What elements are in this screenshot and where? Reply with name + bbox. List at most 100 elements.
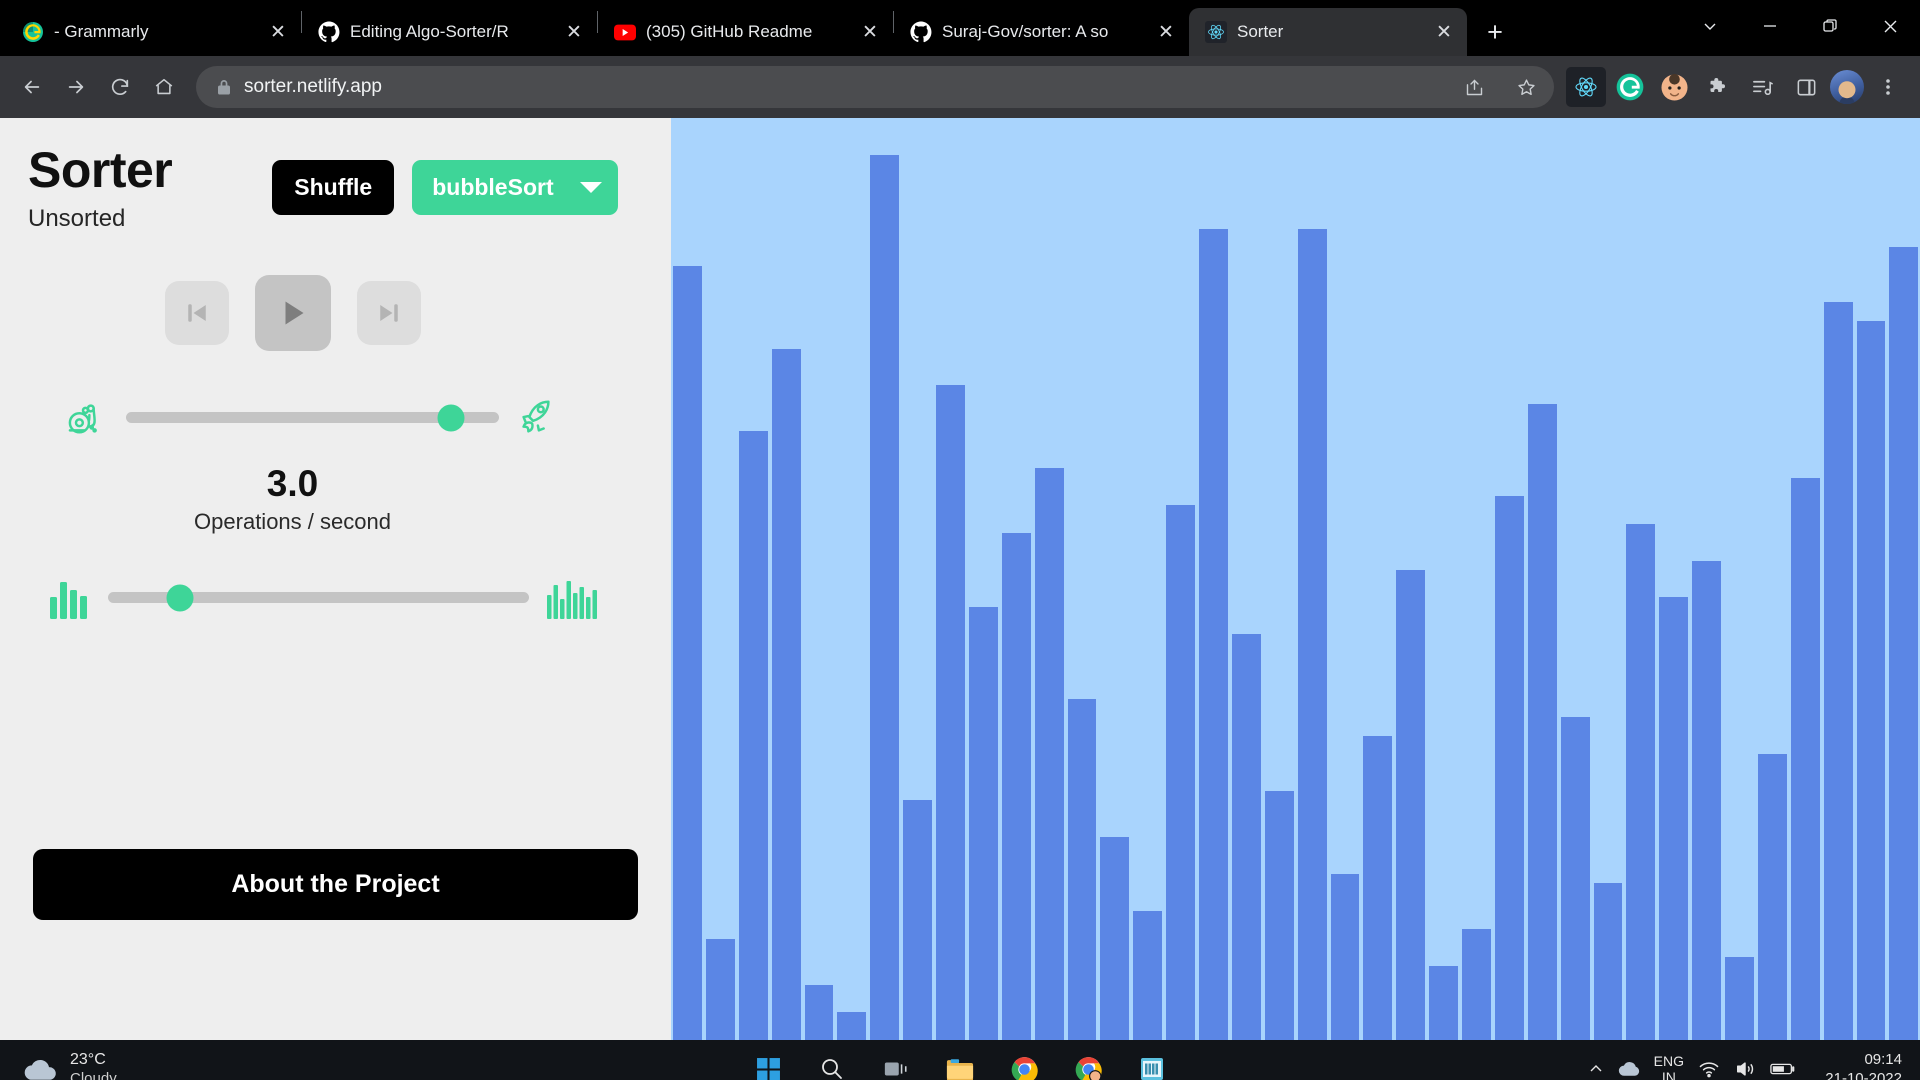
url-text[interactable]: sorter.netlify.app — [244, 76, 1442, 98]
start-button[interactable] — [744, 1045, 792, 1080]
lock-icon — [216, 78, 232, 96]
clock-time: 09:14 — [1864, 1050, 1902, 1068]
chevron-up-icon[interactable] — [1588, 1061, 1604, 1077]
weather-widget[interactable]: 23°C Cloudy — [0, 1050, 330, 1080]
media-control-icon[interactable] — [1742, 67, 1782, 107]
notes-app-button[interactable] — [1128, 1045, 1176, 1080]
language-code: ENG — [1653, 1052, 1684, 1069]
chart-bar — [1692, 560, 1721, 1040]
search-icon — [822, 1059, 842, 1079]
skip-previous-button[interactable] — [164, 280, 229, 345]
react-devtools-icon[interactable] — [1566, 67, 1606, 107]
weather-temperature: 23°C — [70, 1050, 106, 1068]
battery-icon[interactable] — [1770, 1061, 1796, 1077]
tab-title: (305) GitHub Readme — [646, 22, 813, 41]
youtube-icon — [614, 21, 636, 43]
search-button[interactable] — [808, 1045, 856, 1080]
chart-bar — [1790, 477, 1820, 1040]
chart-bar — [1231, 634, 1261, 1040]
profile-avatar[interactable] — [1830, 70, 1864, 104]
chart-bar — [1494, 496, 1524, 1040]
grammarly-icon — [22, 21, 44, 43]
play-icon — [285, 300, 303, 325]
chart-bar — [1330, 874, 1360, 1040]
chart-bar — [837, 1012, 867, 1040]
small-bars-icon — [46, 577, 92, 619]
browser-tab-suraj-gov-sorter[interactable]: Suraj-Gov/sorter: A so ✕ — [894, 8, 1189, 56]
close-icon[interactable]: ✕ — [1153, 19, 1179, 45]
chart-bar — [1396, 569, 1426, 1040]
array-visualization-chart[interactable] — [671, 118, 1920, 1040]
browser-tab-grammarly[interactable]: - Grammarly ✕ — [6, 8, 301, 56]
chart-bar — [1264, 791, 1294, 1040]
back-arrow-icon[interactable] — [12, 67, 52, 107]
close-icon[interactable] — [1860, 0, 1920, 52]
new-tab-button[interactable]: + — [1475, 12, 1515, 52]
chart-bar — [1100, 837, 1130, 1040]
task-view-icon — [884, 1062, 907, 1076]
chrome-browser-window: - Grammarly ✕ Editing Algo-Sorter/R ✕ (3… — [0, 0, 1920, 1080]
maximize-icon[interactable] — [1800, 0, 1860, 52]
home-icon[interactable] — [144, 67, 184, 107]
taskbar-apps — [744, 1045, 1176, 1080]
clock[interactable]: 09:14 21-10-2022 — [1810, 1050, 1902, 1080]
size-slider-thumb[interactable] — [166, 584, 194, 611]
file-explorer-button[interactable] — [936, 1045, 984, 1080]
browser-tab-editing-algo-sorter[interactable]: Editing Algo-Sorter/R ✕ — [302, 8, 597, 56]
close-icon[interactable]: ✕ — [265, 19, 291, 45]
grammarly-extension-icon[interactable] — [1610, 67, 1650, 107]
forward-arrow-icon[interactable] — [56, 67, 96, 107]
language-indicator[interactable]: ENG IN — [1654, 1053, 1684, 1080]
browser-tab-youtube-github-readme[interactable]: (305) GitHub Readme ✕ — [598, 8, 893, 56]
speed-slider-thumb[interactable] — [437, 404, 464, 431]
tab-title: Suraj-Gov/sorter: A so — [942, 22, 1109, 41]
side-panel-icon[interactable] — [1786, 67, 1826, 107]
chrome-active-window-button[interactable] — [1064, 1045, 1112, 1080]
chart-bar — [870, 154, 900, 1040]
chart-bar — [705, 938, 735, 1040]
chart-bar — [1626, 523, 1656, 1040]
skip-next-button[interactable] — [356, 280, 421, 345]
star-icon[interactable] — [1506, 67, 1546, 107]
chevron-down-icon[interactable] — [1680, 0, 1740, 52]
chrome-icon — [1011, 1056, 1038, 1080]
three-dot-menu-icon[interactable] — [1868, 67, 1908, 107]
shuffle-button[interactable]: Shuffle — [272, 160, 395, 215]
browser-tab-sorter-active[interactable]: Sorter ✕ — [1189, 8, 1467, 56]
folder-icon — [946, 1058, 974, 1080]
size-slider-track[interactable] — [108, 584, 529, 611]
close-icon[interactable]: ✕ — [1431, 19, 1457, 45]
address-bar[interactable]: sorter.netlify.app — [196, 66, 1554, 108]
chart-bar — [673, 265, 702, 1040]
chart-bar — [1823, 302, 1853, 1040]
minimize-icon[interactable] — [1740, 0, 1800, 52]
windows-logo-icon — [756, 1057, 780, 1080]
speed-slider-track[interactable] — [126, 404, 499, 431]
share-icon[interactable] — [1454, 67, 1494, 107]
close-icon[interactable]: ✕ — [561, 19, 587, 45]
chart-bar — [1462, 929, 1491, 1040]
page-title: Sorter — [28, 142, 173, 198]
about-the-project-button[interactable]: About the Project — [33, 849, 638, 920]
chrome-taskbar-button[interactable] — [1000, 1045, 1048, 1080]
task-view-button[interactable] — [872, 1045, 920, 1080]
play-button[interactable] — [254, 274, 331, 351]
chart-bar — [936, 385, 965, 1040]
size-slider-row — [28, 577, 637, 619]
cloud-sync-icon[interactable] — [1618, 1061, 1640, 1077]
reload-icon[interactable] — [100, 67, 140, 107]
avatar-extension-icon[interactable] — [1654, 67, 1694, 107]
chart-bar — [1067, 698, 1097, 1040]
playback-controls — [28, 274, 637, 351]
close-icon[interactable]: ✕ — [857, 19, 883, 45]
puzzle-extension-icon[interactable] — [1698, 67, 1738, 107]
tab-strip: - Grammarly ✕ Editing Algo-Sorter/R ✕ (3… — [0, 0, 1920, 56]
chart-bar — [903, 800, 932, 1040]
weather-text: 23°C Cloudy — [70, 1050, 117, 1080]
chart-bar — [1560, 717, 1590, 1040]
speaker-icon[interactable] — [1734, 1059, 1756, 1079]
chart-bar — [1725, 957, 1754, 1040]
sort-status: Unsorted — [28, 204, 126, 232]
algorithm-select[interactable]: bubbleSort — [412, 160, 618, 215]
wifi-icon[interactable] — [1698, 1060, 1720, 1078]
